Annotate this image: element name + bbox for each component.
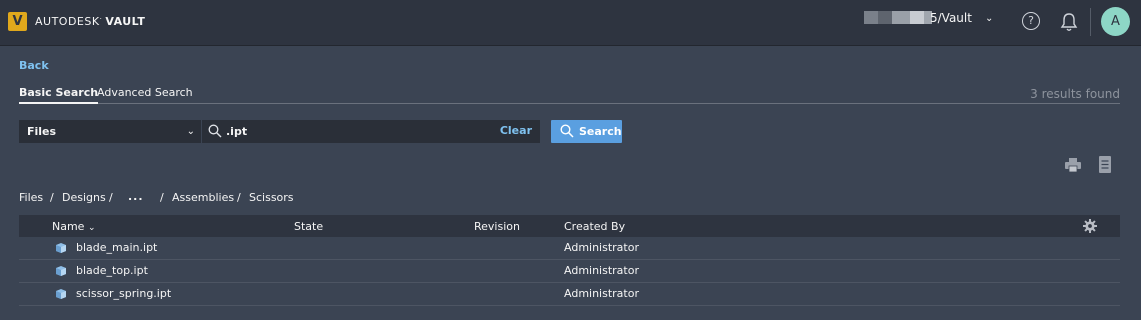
part-file-icon [56, 243, 66, 253]
breadcrumb-assemblies[interactable]: Assemblies [172, 191, 234, 204]
brand-autodesk: AUTODESK [35, 15, 100, 28]
avatar[interactable]: A [1101, 7, 1130, 36]
vault-name: 5/Vault [930, 11, 972, 25]
header-divider [1090, 8, 1091, 36]
table-row[interactable]: blade_main.ipt Administrator [19, 237, 1120, 260]
column-created-by[interactable]: Created By [564, 220, 625, 233]
column-state[interactable]: State [294, 220, 323, 233]
search-icon [208, 124, 222, 138]
breadcrumb-separator: / [50, 191, 54, 204]
breadcrumb-ellipsis[interactable]: ... [128, 190, 144, 203]
tab-advanced-search[interactable]: Advanced Search [97, 86, 193, 104]
created-by: Administrator [564, 241, 639, 254]
file-name[interactable]: blade_top.ipt [76, 264, 148, 277]
breadcrumb-files[interactable]: Files [19, 191, 43, 204]
search-scope-select[interactable]: Files ⌄ [19, 120, 201, 143]
column-name[interactable]: Name ⌄ [52, 220, 96, 233]
help-icon[interactable]: ? [1022, 12, 1040, 30]
created-by: Administrator [564, 287, 639, 300]
search-button[interactable]: Search [551, 120, 622, 143]
file-name[interactable]: blade_main.ipt [76, 241, 157, 254]
search-query-text: .ipt [226, 125, 248, 138]
back-link[interactable]: Back [19, 59, 49, 72]
breadcrumb-separator: / [237, 191, 241, 204]
top-bar: V AUTODESK· VAULT 5/Vault ⌄ ? A [0, 0, 1141, 46]
vault-logo-icon: V [8, 12, 27, 31]
brand-vault: VAULT [105, 15, 146, 28]
chevron-down-icon: ⌄ [186, 126, 195, 137]
breadcrumb-designs[interactable]: Designs [62, 191, 106, 204]
part-file-icon [56, 289, 66, 299]
breadcrumb-scissors[interactable]: Scissors [249, 191, 294, 204]
table-header: Name ⌄ State Revision Created By [19, 215, 1120, 237]
results-count: 3 results found [1030, 87, 1120, 101]
breadcrumb-separator: / [109, 191, 113, 204]
clear-button[interactable]: Clear [500, 124, 532, 137]
search-scope-value: Files [27, 125, 57, 138]
search-tabs: Basic Search Advanced Search [19, 86, 1120, 104]
chevron-down-icon: ⌄ [87, 223, 96, 233]
search-icon [560, 124, 574, 138]
tab-basic-search[interactable]: Basic Search [19, 86, 99, 104]
search-input[interactable]: .ipt Clear [201, 120, 540, 143]
bell-icon[interactable] [1060, 12, 1078, 32]
created-by: Administrator [564, 264, 639, 277]
part-file-icon [56, 266, 66, 276]
settings-gear-icon[interactable] [1083, 219, 1097, 233]
file-name[interactable]: scissor_spring.ipt [76, 287, 171, 300]
column-revision[interactable]: Revision [474, 220, 520, 233]
breadcrumb-separator: / [160, 191, 164, 204]
print-icon[interactable] [1065, 158, 1081, 172]
search-button-label: Search [579, 125, 622, 138]
table-row[interactable]: blade_top.ipt Administrator [19, 260, 1120, 283]
table-row[interactable]: scissor_spring.ipt Administrator [19, 283, 1120, 306]
export-icon[interactable] [1099, 156, 1111, 173]
brand-title: AUTODESK· VAULT [35, 15, 146, 28]
chevron-down-icon: ⌄ [985, 13, 994, 24]
redacted-server-name [864, 11, 932, 24]
